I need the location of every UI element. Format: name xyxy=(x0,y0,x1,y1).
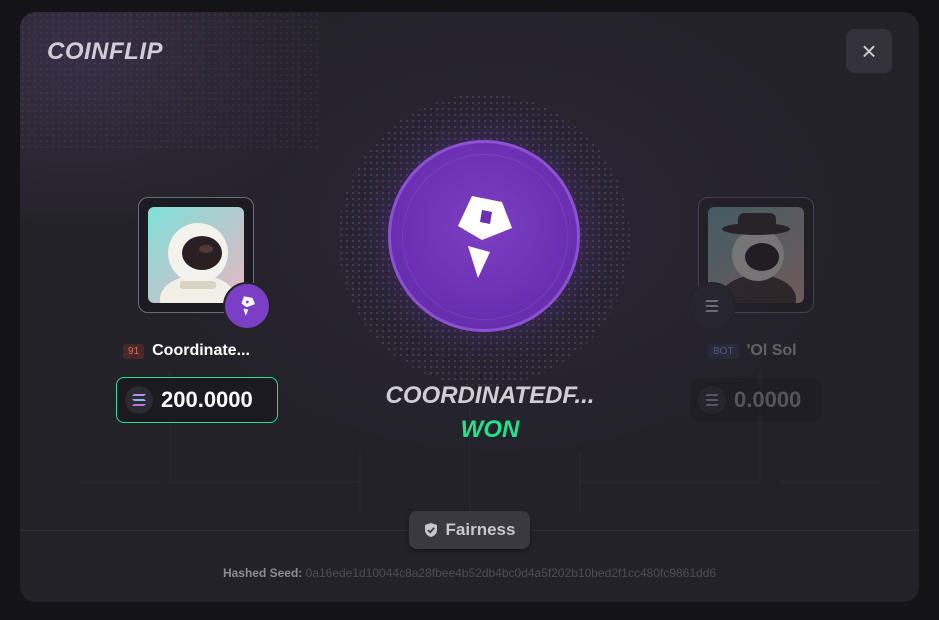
fairness-label: Fairness xyxy=(445,520,516,539)
close-button[interactable]: × xyxy=(846,29,892,73)
modal-title: COINFLIP xyxy=(47,38,163,65)
brand-logo-icon xyxy=(458,196,512,278)
fairness-button[interactable]: Fairness xyxy=(409,511,530,549)
result-status: WON xyxy=(460,416,520,443)
solana-icon xyxy=(688,282,736,330)
player-right-bet: 0.0000 xyxy=(689,377,823,423)
player-right-amount: 0.0000 xyxy=(734,387,802,412)
player-left-amount: 200.0000 xyxy=(161,387,253,412)
solana-icon xyxy=(125,386,153,414)
seed-value[interactable]: 0a16ede1d10044c8a28fbee4b52db4bc0d4a5f20… xyxy=(306,566,716,580)
hashed-seed: Hashed Seed: 0a16ede1d10044c8a28fbee4b52… xyxy=(20,566,919,580)
close-icon: × xyxy=(861,35,877,66)
coinflip-modal: COINFLIP × 91 Coordinate... 200.0000 COO… xyxy=(20,12,919,602)
player-right-name: 'Ol Sol xyxy=(746,342,797,359)
seed-label: Hashed Seed: xyxy=(222,566,303,580)
brand-logo-icon xyxy=(223,282,271,330)
flip-coin xyxy=(388,140,580,332)
shield-check-icon xyxy=(424,523,437,537)
player-right-name-row: BOT 'Ol Sol xyxy=(708,342,797,360)
level-badge: 91 xyxy=(123,343,145,359)
player-left-name: Coordinate... xyxy=(152,342,250,359)
player-left-bet: 200.0000 xyxy=(116,377,278,423)
bot-badge: BOT xyxy=(708,343,739,359)
winner-name: COORDINATEDF... xyxy=(385,382,595,409)
player-left-name-row: 91 Coordinate... xyxy=(123,342,250,360)
solana-icon xyxy=(698,386,726,414)
